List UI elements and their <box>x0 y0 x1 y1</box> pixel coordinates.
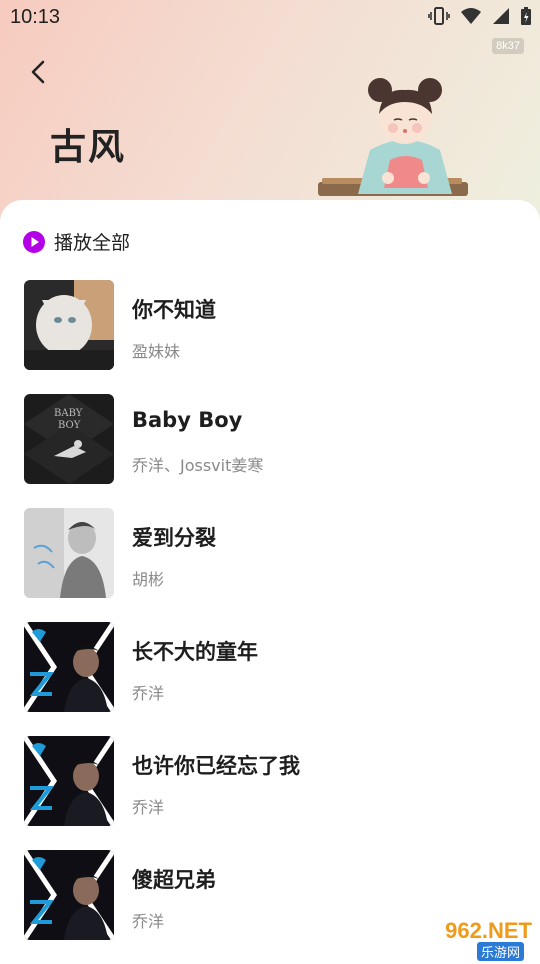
play-all-button[interactable]: 播放全部 <box>22 228 130 255</box>
singer-portrait-image <box>24 508 114 598</box>
wifi-icon <box>461 8 481 24</box>
album-cover <box>24 508 114 598</box>
song-artist: 乔洋 <box>132 798 165 817</box>
play-circle-icon <box>23 230 45 253</box>
song-item[interactable]: 你不知道 盈妹妹 <box>24 280 524 394</box>
song-artist: 乔洋、Jossvit姜寒 <box>132 456 264 475</box>
svg-text:BABY: BABY <box>54 408 83 419</box>
vibrate-icon <box>428 7 450 25</box>
watermark-text: 962.NET <box>445 918 532 943</box>
battery-charging-icon <box>521 7 531 25</box>
song-title: Baby Boy <box>132 408 243 432</box>
play-all-label: 播放全部 <box>54 232 131 254</box>
overlay-badge: 8k37 <box>492 38 524 54</box>
song-item[interactable]: 也许你已经忘了我 乔洋 <box>24 736 524 850</box>
status-time: 10:13 <box>10 6 61 28</box>
album-cover <box>24 280 114 370</box>
album-cover <box>24 850 114 940</box>
qiao-yang-album-art <box>24 850 114 940</box>
qiao-yang-album-art <box>24 622 114 712</box>
song-title: 也许你已经忘了我 <box>132 754 300 778</box>
watermark: 962.NET 乐游网 <box>400 912 540 961</box>
baby-boy-album-art: BABY BOY <box>24 394 114 484</box>
song-title: 你不知道 <box>132 298 216 322</box>
album-cover: BABY BOY <box>24 394 114 484</box>
song-item[interactable]: 爱到分裂 胡彬 <box>24 508 524 622</box>
album-cover <box>24 736 114 826</box>
status-bar: 10:13 <box>0 0 540 36</box>
svg-text:BOY: BOY <box>58 420 81 431</box>
qiao-yang-album-art <box>24 736 114 826</box>
song-item[interactable]: BABY BOY Baby Boy 乔洋、Jossvit姜寒 <box>24 394 524 508</box>
song-item[interactable]: 长不大的童年 乔洋 <box>24 622 524 736</box>
song-artist: 盈妹妹 <box>132 342 181 361</box>
album-cover <box>24 622 114 712</box>
song-list: 你不知道 盈妹妹 BABY BOY Baby Boy 乔洋、Jossvit姜寒 <box>24 280 524 964</box>
chevron-left-icon <box>31 60 45 84</box>
page-title: 古风 <box>50 127 127 168</box>
song-artist: 乔洋 <box>132 684 165 703</box>
back-button[interactable] <box>22 56 54 88</box>
song-artist: 胡彬 <box>132 570 165 589</box>
girl-playing-guzheng-illustration <box>318 78 468 196</box>
song-title: 长不大的童年 <box>132 640 258 664</box>
song-title: 爱到分裂 <box>132 526 216 550</box>
song-title: 傻超兄弟 <box>132 868 216 892</box>
cat-photo-image <box>24 280 114 370</box>
cellular-signal-icon <box>493 8 509 24</box>
song-artist: 乔洋 <box>132 912 165 931</box>
watermark-subtext: 乐游网 <box>476 942 524 961</box>
